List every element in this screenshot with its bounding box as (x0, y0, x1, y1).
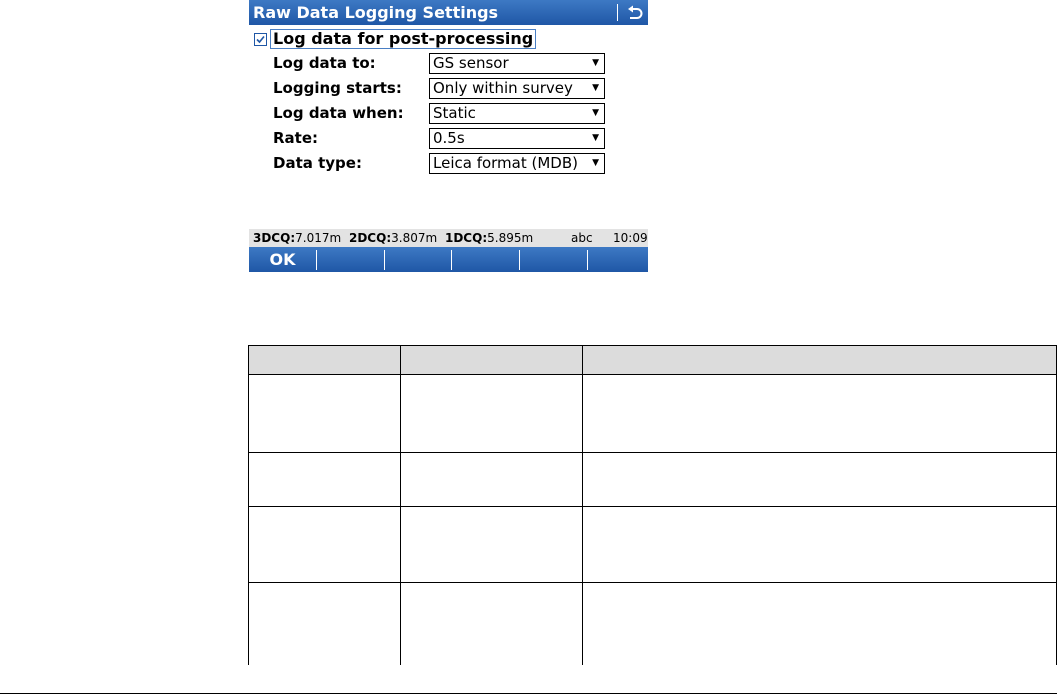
softkey-6[interactable] (588, 247, 648, 272)
logging-starts-label: Logging starts: (273, 79, 402, 97)
rate-value: 0.5s (433, 129, 465, 147)
table-cell (248, 582, 401, 665)
table-cell (582, 582, 1057, 665)
softkey-4[interactable] (452, 247, 519, 272)
data-type-label: Data type: (273, 154, 362, 172)
title-bar: Raw Data Logging Settings (249, 0, 648, 25)
table-row (248, 452, 1057, 507)
table-row (248, 374, 1057, 453)
softkey-3[interactable] (385, 247, 451, 272)
device-screen: Raw Data Logging Settings Log data for p… (249, 0, 648, 272)
table-row (248, 582, 1057, 665)
table-header-cell (582, 345, 1057, 375)
checkbox-checked-icon[interactable] (254, 33, 267, 46)
log-data-to-value: GS sensor (433, 54, 509, 72)
table-cell (582, 452, 1057, 507)
dropdown-arrow-icon: ▼ (592, 108, 599, 118)
quality-1d-label: 1DCQ: (445, 231, 488, 245)
logging-starts-select[interactable]: Only within survey ▼ (429, 78, 605, 99)
log-data-when-select[interactable]: Static ▼ (429, 103, 605, 124)
back-arrow-icon[interactable] (626, 4, 644, 21)
dropdown-arrow-icon: ▼ (592, 158, 599, 168)
table-cell (400, 582, 583, 665)
table-header-cell (248, 345, 401, 375)
table-header-cell (400, 345, 583, 375)
table-cell (400, 374, 583, 453)
data-type-select[interactable]: Leica format (MDB) ▼ (429, 153, 605, 174)
input-mode: abc (571, 231, 593, 245)
table-cell (582, 506, 1057, 583)
table-cell (248, 452, 401, 507)
table-cell (400, 452, 583, 507)
table-header-row (248, 345, 1057, 375)
title-separator (617, 4, 618, 21)
quality-3d-label: 3DCQ: (253, 231, 296, 245)
dropdown-arrow-icon: ▼ (592, 133, 599, 143)
page-bottom-rule (0, 693, 1057, 694)
quality-2d-label: 2DCQ: (349, 231, 392, 245)
softkey-ok[interactable]: OK (249, 247, 316, 272)
quality-1d: 1DCQ:5.895m (445, 229, 533, 247)
table-cell (248, 506, 401, 583)
log-data-when-value: Static (433, 104, 476, 122)
softkey-bar: OK (249, 247, 648, 272)
table-row (248, 506, 1057, 583)
log-data-to-select[interactable]: GS sensor ▼ (429, 53, 605, 74)
status-bar: 3DCQ:7.017m 2DCQ:3.807m 1DCQ:5.895m abc … (249, 229, 648, 247)
parameter-table (248, 345, 1057, 665)
log-data-checkbox-label[interactable]: Log data for post-processing (270, 29, 537, 49)
quality-3d: 3DCQ:7.017m (253, 229, 341, 247)
dropdown-arrow-icon: ▼ (592, 83, 599, 93)
softkey-5[interactable] (520, 247, 587, 272)
table-cell (248, 374, 401, 453)
dropdown-arrow-icon: ▼ (592, 58, 599, 68)
rate-select[interactable]: 0.5s ▼ (429, 128, 605, 149)
page-title: Raw Data Logging Settings (253, 3, 499, 22)
quality-2d-value: 3.807m (391, 231, 438, 245)
data-type-value: Leica format (MDB) (433, 154, 578, 172)
quality-3d-value: 7.017m (295, 231, 342, 245)
clock: 10:09 (613, 231, 648, 245)
logging-starts-value: Only within survey (433, 79, 573, 97)
rate-label: Rate: (273, 129, 319, 147)
log-data-to-label: Log data to: (273, 54, 376, 72)
quality-1d-value: 5.895m (487, 231, 534, 245)
table-cell (400, 506, 583, 583)
log-data-when-label: Log data when: (273, 104, 404, 122)
quality-2d: 2DCQ:3.807m (349, 229, 437, 247)
softkey-2[interactable] (317, 247, 384, 272)
table-cell (582, 374, 1057, 453)
